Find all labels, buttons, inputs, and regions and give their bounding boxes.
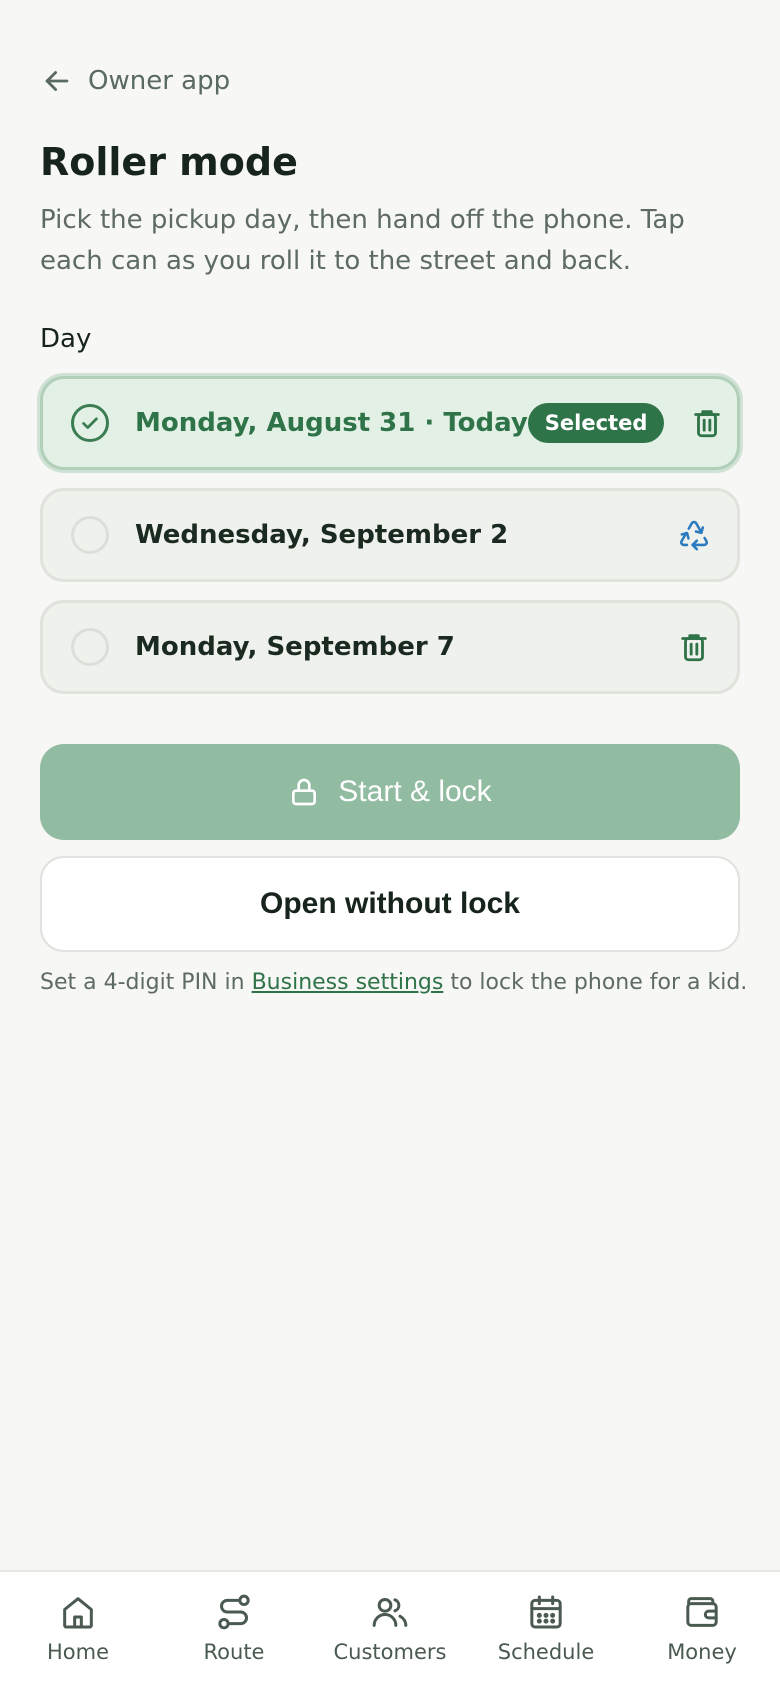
page-title: Roller mode <box>40 140 298 184</box>
day-name: Monday, August 31 · Today <box>135 408 528 438</box>
schedule-icon <box>530 1595 562 1629</box>
day-name: Monday, September 7 <box>135 632 455 662</box>
pin-note-after: to lock the phone for a kid. <box>450 970 748 995</box>
nav-label-customers: Customers <box>333 1640 447 1664</box>
nav-item-customers[interactable]: Customers <box>312 1572 468 1688</box>
radio-unchecked[interactable] <box>71 628 109 666</box>
nav-label-home: Home <box>46 1640 109 1664</box>
day-section-label: Day <box>40 324 92 354</box>
open-without-lock-button[interactable]: Open without lock <box>40 856 740 952</box>
radio-checked[interactable] <box>71 404 109 442</box>
page-description: Pick the pickup day, then hand off the p… <box>40 205 685 276</box>
nav-label-money: Money <box>667 1640 737 1664</box>
day-option-wednesday-sep-2[interactable]: Wednesday, September 2 <box>40 488 740 582</box>
day-name: Wednesday, September 2 <box>135 520 509 550</box>
open-without-lock-label: Open without lock <box>260 887 520 920</box>
back-button[interactable]: Owner app <box>40 64 230 98</box>
trash-icon <box>694 410 721 438</box>
pin-note: Set a 4-digit PIN in Business settings t… <box>40 970 750 995</box>
bottom-navigation: Home Route Customers Schedule Money <box>0 1570 780 1688</box>
lock-icon <box>292 778 317 806</box>
nav-item-schedule[interactable]: Schedule <box>468 1572 624 1688</box>
customers-icon <box>372 1598 408 1627</box>
pin-note-before: Set a 4-digit PIN in <box>40 970 245 995</box>
wallet-icon <box>686 1597 718 1627</box>
nav-item-money[interactable]: Money <box>624 1572 780 1688</box>
trash-icon <box>681 634 707 662</box>
day-option-monday-aug-31[interactable]: Monday, August 31 · Today Selected <box>40 376 740 470</box>
recycle-icon <box>680 520 708 551</box>
arrow-left-icon <box>45 71 69 91</box>
day-option-monday-sep-7[interactable]: Monday, September 7 <box>40 600 740 694</box>
nav-item-route[interactable]: Route <box>156 1572 312 1688</box>
nav-label-route: Route <box>203 1640 265 1664</box>
start-lock-button[interactable]: Start & lock <box>40 744 740 840</box>
route-icon <box>218 1594 250 1630</box>
back-label: Owner app <box>88 66 231 96</box>
radio-unchecked[interactable] <box>71 516 109 554</box>
check-icon <box>82 417 98 429</box>
home-icon <box>63 1597 93 1629</box>
nav-item-home[interactable]: Home <box>0 1572 156 1688</box>
business-settings-link[interactable]: Business settings <box>252 970 444 995</box>
nav-label-schedule: Schedule <box>497 1640 595 1664</box>
start-lock-label: Start & lock <box>338 775 492 808</box>
selected-badge: Selected <box>527 403 665 443</box>
